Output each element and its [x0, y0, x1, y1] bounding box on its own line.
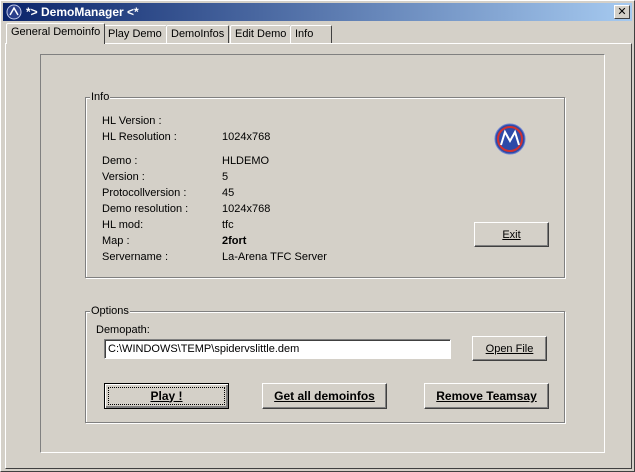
focus-rect: Play ! — [108, 387, 225, 405]
app-icon — [6, 4, 22, 20]
tab-label: DemoInfos — [171, 28, 225, 40]
hl-resolution-value: 1024x768 — [222, 131, 271, 143]
demo-resolution-label: Demo resolution : — [102, 203, 189, 215]
hl-version-label: HL Version : — [102, 115, 162, 127]
remove-teamsay-button[interactable]: Remove Teamsay — [424, 383, 549, 409]
remove-teamsay-button-label: Remove Teamsay — [436, 389, 537, 403]
tab-demoinfos[interactable]: DemoInfos — [166, 25, 230, 44]
version-value: 5 — [222, 171, 229, 183]
app-window: *> DemoManager <* ✕ General Demoinfo Pla… — [0, 0, 635, 472]
tab-play-demo[interactable]: Play Demo — [103, 25, 167, 44]
get-all-demoinfos-button[interactable]: Get all demoinfos — [262, 383, 387, 409]
open-file-button-label: Open File — [485, 342, 534, 355]
servername-label: Servername : — [102, 251, 169, 263]
get-all-demoinfos-button-label: Get all demoinfos — [274, 389, 375, 403]
hl-mod-value: tfc — [222, 219, 234, 231]
close-button[interactable]: ✕ — [614, 5, 630, 19]
exit-button[interactable]: Exit — [474, 222, 549, 247]
tab-general-demoinfo[interactable]: General Demoinfo — [6, 23, 106, 44]
protocol-value: 45 — [222, 187, 235, 199]
tab-label: Info — [295, 28, 314, 40]
demomanager-logo-icon — [494, 123, 526, 155]
servername-value: La-Arena TFC Server — [222, 251, 327, 263]
demopath-label: Demopath: — [96, 324, 150, 336]
play-button[interactable]: Play ! — [104, 383, 229, 409]
map-label: Map : — [102, 235, 130, 247]
hl-mod-label: HL mod: — [102, 219, 144, 231]
demo-label: Demo : — [102, 155, 138, 167]
exit-button-label: Exit — [502, 228, 521, 241]
map-value: 2fort — [222, 235, 247, 247]
title-bar[interactable]: *> DemoManager <* ✕ — [3, 3, 632, 21]
tab-label: Play Demo — [108, 28, 162, 40]
tab-label: General Demoinfo — [11, 26, 101, 38]
version-label: Version : — [102, 171, 145, 183]
close-icon: ✕ — [617, 6, 627, 18]
tab-info[interactable]: Info — [290, 25, 332, 44]
open-file-button[interactable]: Open File — [472, 336, 547, 361]
demo-resolution-value: 1024x768 — [222, 203, 271, 215]
demo-value: HLDEMO — [222, 155, 270, 167]
play-button-label: Play ! — [150, 388, 183, 403]
info-group-label: Info — [90, 91, 111, 103]
protocol-label: Protocollversion : — [102, 187, 187, 199]
demopath-input[interactable] — [104, 339, 451, 359]
window-title: *> DemoManager <* — [26, 5, 139, 19]
tab-edit-demo[interactable]: Edit Demo — [230, 25, 292, 44]
options-group-label: Options — [90, 305, 130, 317]
tab-label: Edit Demo — [235, 28, 287, 40]
hl-resolution-label: HL Resolution : — [102, 131, 177, 143]
